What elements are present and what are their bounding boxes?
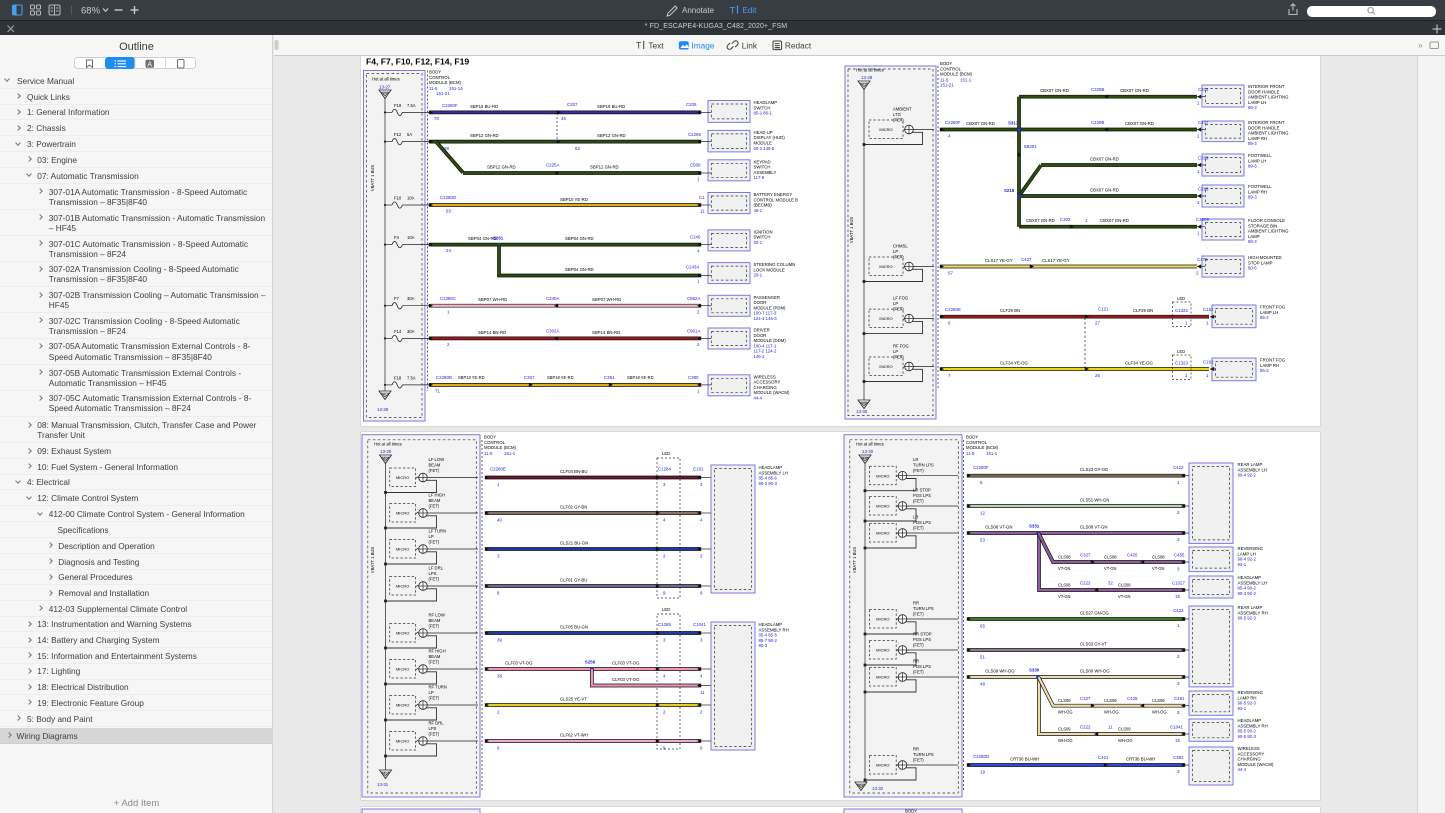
svg-text:T: T — [636, 40, 642, 50]
svg-text:Image: Image — [691, 40, 714, 50]
svg-text:T: T — [730, 5, 736, 16]
svg-text:Redact: Redact — [785, 40, 812, 50]
svg-text:Annotate: Annotate — [682, 6, 715, 15]
svg-text:»: » — [1418, 40, 1423, 50]
svg-text:Text: Text — [648, 40, 664, 50]
svg-text:Link: Link — [742, 40, 758, 50]
svg-text:Edit: Edit — [743, 6, 758, 15]
svg-text:68%: 68% — [81, 6, 101, 17]
